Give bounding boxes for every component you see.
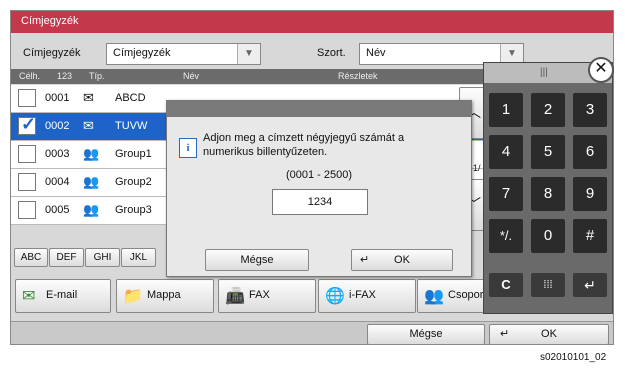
row-number: 0001	[45, 92, 70, 104]
fax-button-label: FAX	[249, 289, 270, 301]
ifax-button[interactable]: 🌐 i-FAX	[318, 279, 416, 313]
row-number: 0004	[45, 176, 70, 188]
alpha-tab-def[interactable]: DEF	[49, 248, 84, 267]
image-id-label: s02010101_02	[540, 352, 607, 363]
row-number: 0005	[45, 204, 70, 216]
enter-icon: ↵	[360, 254, 370, 266]
ifax-button-label: i-FAX	[349, 289, 376, 301]
key-0[interactable]: 0	[531, 219, 565, 253]
footer-ok-button[interactable]: ↵ OK	[489, 324, 609, 344]
alpha-tab-abc[interactable]: ABC	[14, 248, 48, 267]
checkmark-icon: ✓	[21, 114, 37, 134]
alpha-tab-jkl[interactable]: JKL	[121, 248, 156, 267]
alpha-tab-ghi[interactable]: GHI	[85, 248, 120, 267]
key-2[interactable]: 2	[531, 93, 565, 127]
row-checkbox[interactable]	[18, 145, 36, 163]
dialog-message: Adjon meg a címzett négyjegyű számát a n…	[203, 132, 405, 158]
dialog-cancel-button[interactable]: Mégse	[205, 249, 309, 271]
key-enter[interactable]: ↵	[573, 273, 607, 297]
window-title: Címjegyzék	[21, 15, 79, 27]
key-clear[interactable]: C	[489, 273, 523, 297]
folder-button-label: Mappa	[147, 289, 181, 301]
group-icon: 👥	[83, 174, 100, 189]
row-name: ABCD	[115, 92, 146, 104]
info-icon: i	[179, 138, 197, 158]
column-number[interactable]: 123	[57, 71, 72, 81]
key-5[interactable]: 5	[531, 135, 565, 169]
envelope-icon: ✉	[22, 288, 36, 305]
sort-select-value: Név	[366, 47, 386, 59]
group-icon: 👥	[83, 202, 100, 217]
dialog-ok-button[interactable]: ↵ OK	[351, 249, 453, 271]
email-button[interactable]: ✉ E-mail	[15, 279, 111, 313]
key-hash[interactable]: #	[573, 219, 607, 253]
column-dest[interactable]: Célh.	[19, 71, 40, 81]
key-8[interactable]: 8	[531, 177, 565, 211]
envelope-icon: ✉	[83, 118, 94, 133]
fax-button[interactable]: 📠 FAX	[218, 279, 316, 313]
chevron-down-icon: ▼	[500, 44, 523, 64]
row-name: Group1	[115, 148, 152, 160]
page-indicator: 1/	[473, 163, 481, 173]
group-icon: 👥	[83, 146, 100, 161]
row-name: Group2	[115, 176, 152, 188]
address-book-select[interactable]: Címjegyzék ▼	[106, 43, 261, 65]
key-9[interactable]: 9	[573, 177, 607, 211]
folder-icon: 📁	[123, 288, 143, 305]
dialog-title-bar	[167, 101, 471, 117]
keypad-toggle-icon[interactable]: ⁞⁞⁞	[531, 273, 565, 297]
key-symbol[interactable]: */.	[489, 219, 523, 253]
number-entry-dialog: i Adjon meg a címzett négyjegyű számát a…	[166, 100, 472, 277]
row-checkbox[interactable]	[18, 89, 36, 107]
sort-label-text: Szort.	[317, 47, 346, 59]
fax-icon: 📠	[225, 288, 245, 305]
ifax-icon: 🌐	[325, 288, 345, 305]
group-icon: 👥	[424, 288, 444, 305]
drag-handle-icon: |||	[540, 67, 548, 78]
key-4[interactable]: 4	[489, 135, 523, 169]
row-number: 0002	[45, 120, 70, 132]
group-button-label: Csoport	[448, 289, 487, 301]
dialog-ok-label: OK	[394, 254, 410, 266]
address-book-select-value: Címjegyzék	[113, 47, 171, 59]
row-checkbox[interactable]: ✓	[18, 114, 37, 135]
row-name: Group3	[115, 204, 152, 216]
footer-cancel-button[interactable]: Mégse	[367, 324, 485, 344]
table-header: Célh. 123 Típ. Név Részletek	[11, 69, 489, 84]
numeric-keypad: ||| ✕ 1 2 3 4 5 6 7 8 9 */. 0 # C ⁞⁞⁞ ↵	[483, 57, 614, 314]
close-icon[interactable]: ✕	[588, 57, 614, 83]
key-3[interactable]: 3	[573, 93, 607, 127]
chevron-down-icon: ▼	[237, 44, 260, 64]
number-input[interactable]: 1234	[272, 189, 368, 215]
row-number: 0003	[45, 148, 70, 160]
title-bar: Címjegyzék	[11, 11, 613, 33]
row-name: TUVW	[115, 120, 148, 132]
envelope-icon: ✉	[83, 90, 94, 105]
footer-ok-label: OK	[541, 328, 557, 340]
column-name[interactable]: Név	[183, 71, 199, 81]
row-checkbox[interactable]	[18, 201, 36, 219]
column-type[interactable]: Típ.	[89, 71, 105, 81]
key-7[interactable]: 7	[489, 177, 523, 211]
row-checkbox[interactable]	[18, 173, 36, 191]
column-details: Részletek	[338, 71, 378, 81]
email-button-label: E-mail	[46, 289, 78, 301]
key-6[interactable]: 6	[573, 135, 607, 169]
dialog-range: (0001 - 2500)	[285, 169, 353, 181]
enter-icon: ↵	[500, 328, 510, 340]
key-1[interactable]: 1	[489, 93, 523, 127]
folder-button[interactable]: 📁 Mappa	[116, 279, 214, 313]
address-book-label: Címjegyzék	[23, 47, 81, 59]
